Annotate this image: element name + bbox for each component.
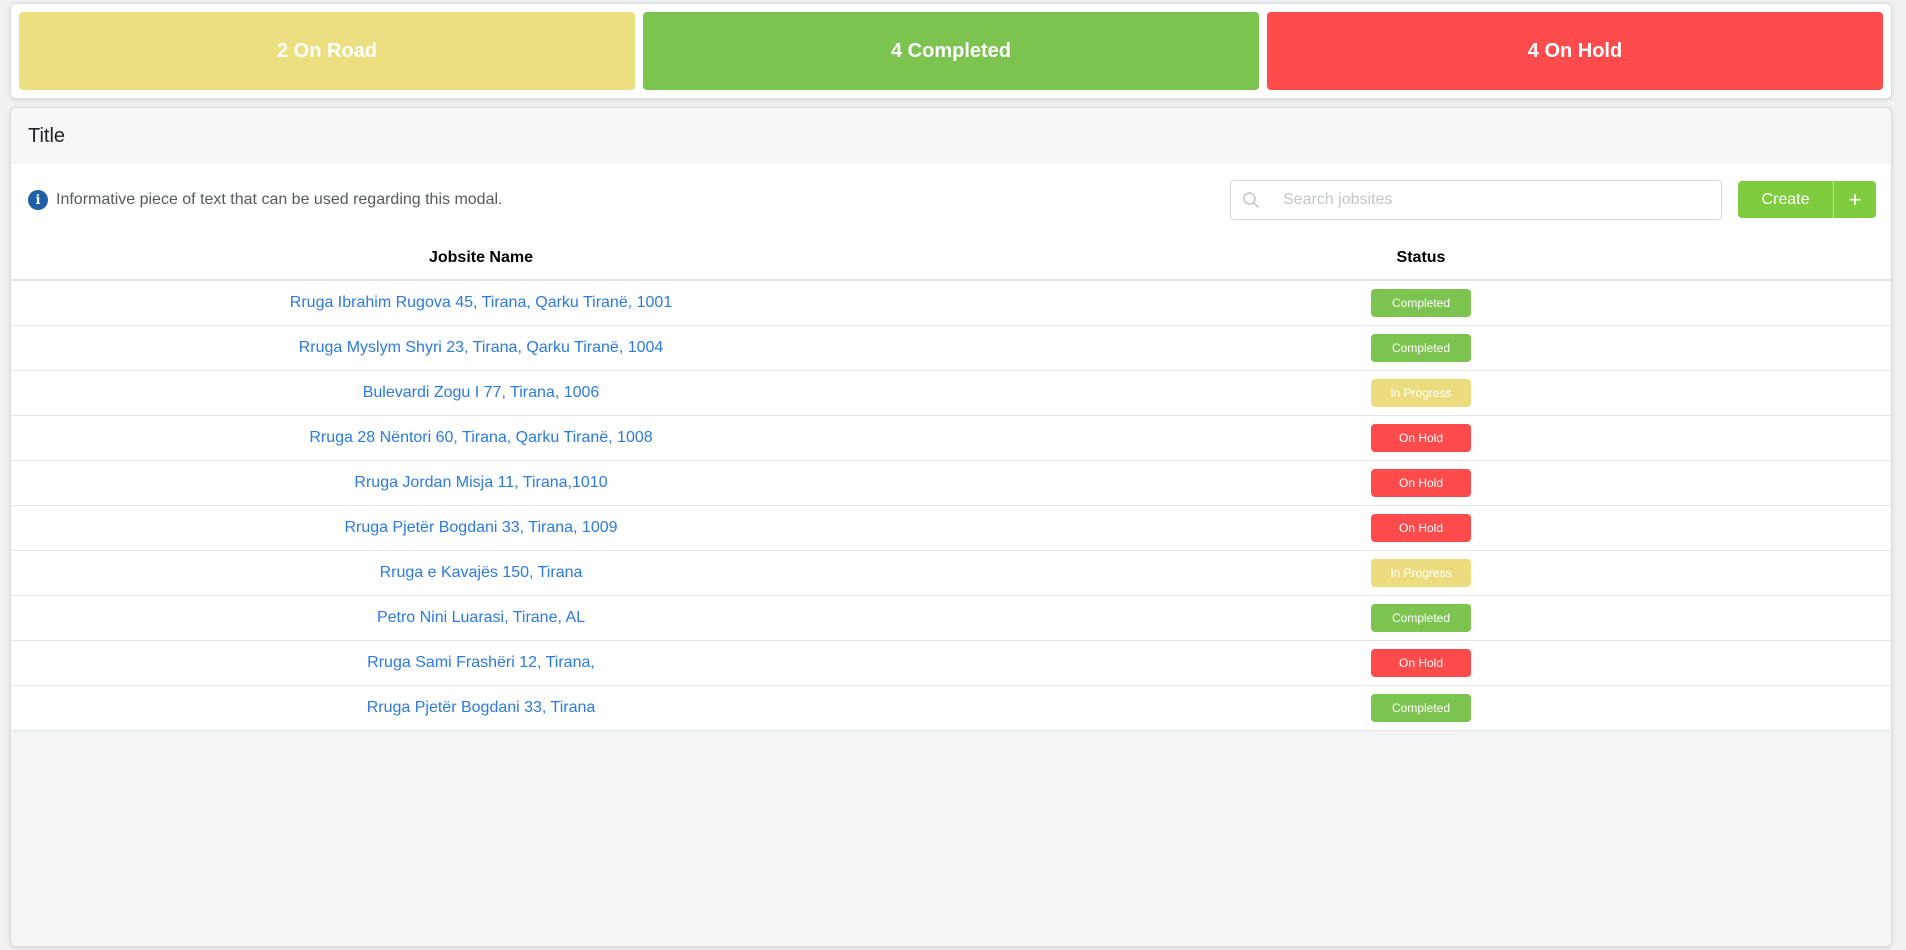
- stat-card-completed[interactable]: 4 Completed: [643, 12, 1259, 90]
- status-cell: In Progress: [951, 550, 1891, 596]
- stat-card-on-hold[interactable]: 4 On Hold: [1267, 12, 1883, 90]
- status-badge: Completed: [1371, 693, 1471, 722]
- jobsite-link[interactable]: Rruga Pjetër Bogdani 33, Tirana: [367, 699, 596, 716]
- create-button-label: Create: [1738, 181, 1834, 218]
- status-cell: In Progress: [951, 370, 1891, 416]
- modal-body: i Informative piece of text that can be …: [11, 164, 1891, 731]
- status-summary-panel: 2 On Road 4 Completed 4 On Hold: [10, 3, 1892, 99]
- status-cell: Completed: [951, 595, 1891, 641]
- jobsite-link[interactable]: Rruga Pjetër Bogdani 33, Tirana, 1009: [344, 519, 617, 536]
- info-message: i Informative piece of text that can be …: [28, 190, 502, 210]
- status-cell: On Hold: [951, 640, 1891, 686]
- jobsite-name-cell: Rruga e Kavajës 150, Tirana: [11, 550, 951, 596]
- toolbar: i Informative piece of text that can be …: [11, 164, 1891, 236]
- table-row: Rruga Jordan Misja 11, Tirana,1010 On Hol…: [11, 460, 1891, 506]
- search-box: [1230, 180, 1722, 220]
- table-row: Rruga e Kavajës 150, Tirana In Progress: [11, 550, 1891, 596]
- stat-label: 2 On Road: [276, 39, 377, 62]
- status-badge: Completed: [1371, 333, 1471, 362]
- plus-icon[interactable]: +: [1834, 181, 1876, 218]
- jobsite-name-cell: Rruga Pjetër Bogdani 33, Tirana, 1009: [11, 505, 951, 551]
- jobsite-link[interactable]: Rruga Ibrahim Rugova 45, Tirana, Qarku T…: [290, 294, 672, 311]
- status-badge: Completed: [1371, 288, 1471, 317]
- table-row: Rruga Ibrahim Rugova 45, Tirana, Qarku T…: [11, 280, 1891, 326]
- status-badge: In Progress: [1371, 558, 1471, 587]
- table-header-row: Jobsite Name Status: [11, 236, 1891, 281]
- jobsite-link[interactable]: Rruga Sami Frashëri 12, Tirana,: [367, 654, 595, 671]
- jobsite-link[interactable]: Petro Nini Luarasi, Tirane, AL: [377, 609, 585, 626]
- jobsite-link[interactable]: Rruga Jordan Misja 11, Tirana,1010: [354, 474, 607, 491]
- search-input[interactable]: [1271, 181, 1721, 219]
- modal-header: Title: [11, 108, 1891, 164]
- jobsite-name-cell: Rruga Pjetër Bogdani 33, Tirana: [11, 685, 951, 731]
- table-row: Rruga Myslym Shyri 23, Tirana, Qarku Tir…: [11, 325, 1891, 371]
- stat-card-on-road[interactable]: 2 On Road: [19, 12, 635, 90]
- jobsites-table: Jobsite Name Status Rruga Ibrahim Rugova…: [11, 236, 1891, 731]
- status-cell: Completed: [951, 280, 1891, 326]
- table-row: Rruga Sami Frashëri 12, Tirana, On Hold: [11, 640, 1891, 686]
- jobsite-link[interactable]: Rruga 28 Nëntori 60, Tirana, Qarku Tiran…: [309, 429, 652, 446]
- status-cell: On Hold: [951, 505, 1891, 551]
- info-text: Informative piece of text that can be us…: [56, 191, 503, 208]
- modal-title: Title: [28, 124, 66, 147]
- table-row: Rruga Pjetër Bogdani 33, Tirana, 1009 On …: [11, 505, 1891, 551]
- table-body: Rruga Ibrahim Rugova 45, Tirana, Qarku T…: [11, 280, 1891, 731]
- stat-label: 4 Completed: [890, 39, 1012, 62]
- table-row: Rruga 28 Nëntori 60, Tirana, Qarku Tiran…: [11, 415, 1891, 461]
- info-icon: i: [28, 190, 48, 210]
- jobsite-name-cell: Bulevardi Zogu I 77, Tirana, 1006: [11, 370, 951, 416]
- stat-label: 4 On Hold: [1527, 39, 1623, 62]
- jobsite-name-cell: Petro Nini Luarasi, Tirane, AL: [11, 595, 951, 641]
- search-icon: [1231, 191, 1271, 209]
- jobsite-name-cell: Rruga Sami Frashëri 12, Tirana,: [11, 640, 951, 686]
- status-cell: On Hold: [951, 460, 1891, 506]
- jobsite-name-cell: Rruga Myslym Shyri 23, Tirana, Qarku Tir…: [11, 325, 951, 371]
- table-row: Bulevardi Zogu I 77, Tirana, 1006 In Prog…: [11, 370, 1891, 416]
- status-badge: On Hold: [1371, 423, 1471, 452]
- jobsites-modal: Title i Informative piece of text that c…: [10, 107, 1892, 947]
- status-badge: Completed: [1371, 603, 1471, 632]
- jobsite-name-cell: Rruga 28 Nëntori 60, Tirana, Qarku Tiran…: [11, 415, 951, 461]
- status-cell: Completed: [951, 325, 1891, 371]
- jobsite-link[interactable]: Rruga e Kavajës 150, Tirana: [380, 564, 583, 581]
- jobsite-link[interactable]: Bulevardi Zogu I 77, Tirana, 1006: [363, 384, 600, 401]
- status-badge: In Progress: [1371, 378, 1471, 407]
- jobsite-name-cell: Rruga Ibrahim Rugova 45, Tirana, Qarku T…: [11, 280, 951, 326]
- status-cell: On Hold: [951, 415, 1891, 461]
- create-button[interactable]: Create +: [1738, 181, 1876, 218]
- status-badge: On Hold: [1371, 648, 1471, 677]
- jobsite-link[interactable]: Rruga Myslym Shyri 23, Tirana, Qarku Tir…: [299, 339, 664, 356]
- column-header-status[interactable]: Status: [951, 236, 1891, 281]
- status-badge: On Hold: [1371, 513, 1471, 542]
- column-header-jobsite-name[interactable]: Jobsite Name: [11, 236, 951, 281]
- table-row: Rruga Pjetër Bogdani 33, Tirana Completed: [11, 685, 1891, 731]
- jobsite-name-cell: Rruga Jordan Misja 11, Tirana,1010: [11, 460, 951, 506]
- table-row: Petro Nini Luarasi, Tirane, AL Completed: [11, 595, 1891, 641]
- status-badge: On Hold: [1371, 468, 1471, 497]
- status-cell: Completed: [951, 685, 1891, 731]
